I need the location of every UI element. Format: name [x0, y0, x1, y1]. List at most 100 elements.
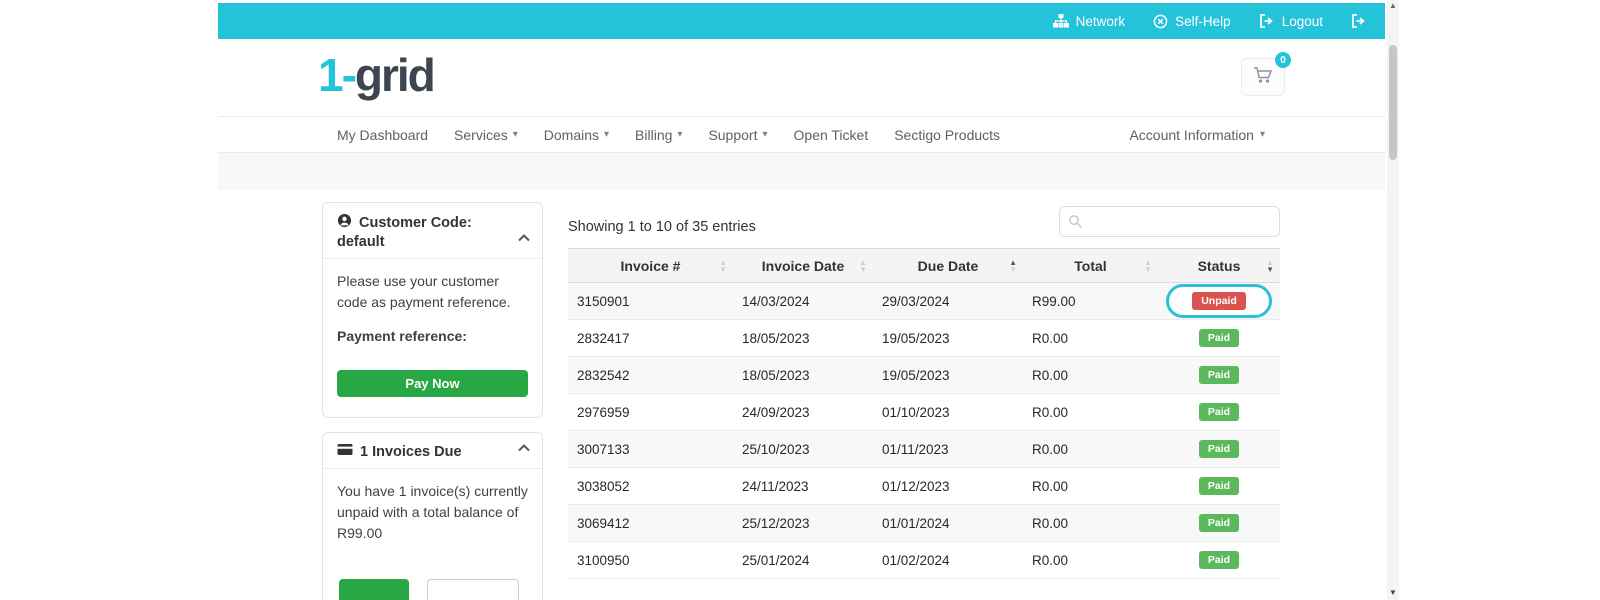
table-row[interactable]: 2832542 18/05/2023 19/05/2023 R0.00 Paid [568, 357, 1280, 394]
cell-invoice-date: 18/05/2023 [742, 330, 810, 346]
nav-open-ticket[interactable]: Open Ticket [781, 127, 882, 143]
cell-invoice-number: 2976959 [577, 404, 630, 420]
cell-due-date: 01/11/2023 [882, 441, 949, 457]
status-badge-unpaid: Unpaid [1192, 292, 1246, 310]
topbar-self-help[interactable]: Self-Help [1153, 14, 1231, 29]
nav-my-dashboard[interactable]: My Dashboard [337, 127, 441, 143]
cell-due-date: 19/05/2023 [882, 367, 950, 383]
table-row[interactable]: 3007133 25/10/2023 01/11/2023 R0.00 Paid [568, 431, 1280, 468]
invoices-due-text: You have 1 invoice(s) currently unpaid w… [337, 483, 528, 541]
status-badge-paid: Paid [1198, 403, 1240, 421]
cell-total: R0.00 [1032, 552, 1069, 568]
topbar-logout[interactable]: Logout [1259, 14, 1323, 29]
customer-code-title: Customer Code: [359, 214, 472, 231]
invoices-due-card-body: You have 1 invoice(s) currently unpaid w… [323, 469, 542, 556]
cell-invoice-number: 3007133 [577, 441, 630, 457]
nav-account-information[interactable]: Account Information ▾ [1129, 117, 1265, 152]
partial-light-button[interactable] [427, 579, 519, 600]
header: 1-grid 0 [218, 39, 1385, 116]
search-icon [1068, 214, 1083, 234]
table-row[interactable]: 3100950 25/01/2024 01/02/2024 R0.00 Paid [568, 542, 1280, 579]
unpaid-highlight-ring: Unpaid [1166, 284, 1272, 318]
table-search [1059, 206, 1280, 237]
table-row[interactable]: 3038052 24/11/2023 01/12/2023 R0.00 Paid [568, 468, 1280, 505]
cell-invoice-date: 25/12/2023 [742, 515, 810, 531]
invoices-due-title: 1 Invoices Due [360, 443, 462, 460]
scrollbar-up-arrow[interactable]: ▲ [1387, 1, 1399, 10]
nav-domains[interactable]: Domains ▾ [531, 127, 622, 143]
caret-down-icon: ▾ [762, 129, 768, 140]
logo-part-1: 1- [318, 49, 357, 101]
vertical-scrollbar[interactable]: ▲ ▼ [1387, 0, 1399, 600]
table-row[interactable]: 3069412 25/12/2023 01/01/2024 R0.00 Paid [568, 505, 1280, 542]
logo[interactable]: 1-grid [318, 49, 436, 102]
header-label: Due Date [917, 257, 979, 274]
nav-label: Sectigo Products [894, 126, 1001, 143]
scrollbar-thumb[interactable] [1389, 45, 1397, 160]
nav-label: My Dashboard [337, 126, 429, 143]
cell-invoice-number: 3150901 [577, 293, 630, 309]
cell-status: Paid [1158, 468, 1280, 504]
scrollbar-down-arrow[interactable]: ▼ [1387, 588, 1399, 597]
header-invoice-number[interactable]: Invoice # ▲ ▼ [568, 249, 733, 282]
customer-code-card-header: Customer Code: default [323, 203, 542, 259]
self-help-icon [1153, 14, 1168, 29]
cell-invoice-date: 14/03/2024 [742, 293, 810, 309]
search-input[interactable] [1090, 213, 1260, 230]
table-row[interactable]: 2832417 18/05/2023 19/05/2023 R0.00 Paid [568, 320, 1280, 357]
header-total[interactable]: Total ▲ ▼ [1023, 249, 1158, 282]
cell-due-date: 01/12/2023 [882, 478, 950, 494]
breadcrumb-band [218, 153, 1385, 190]
table-row[interactable]: 3150901 14/03/2024 29/03/2024 R99.00 Unp… [568, 283, 1280, 320]
header-label: Invoice Date [761, 257, 845, 274]
chevron-up-icon[interactable] [518, 230, 530, 246]
logo-part-2: grid [354, 49, 436, 101]
nav-support[interactable]: Support ▾ [695, 127, 780, 143]
cell-invoice-number: 3038052 [577, 478, 630, 494]
cell-invoice-date: 18/05/2023 [742, 367, 810, 383]
status-badge-paid: Paid [1198, 514, 1240, 532]
network-icon [1052, 14, 1069, 28]
cell-status: Paid [1158, 431, 1280, 467]
header-label: Invoice # [620, 257, 681, 274]
customer-code-card: Customer Code: default Please use your c… [322, 202, 543, 418]
cell-invoice-date: 25/01/2024 [742, 552, 810, 568]
invoices-table: Invoice # ▲ ▼ Invoice Date ▲ ▼ Due Date ▲ ▼… [568, 248, 1280, 579]
header-invoice-date[interactable]: Invoice Date ▲ ▼ [733, 249, 873, 282]
header-due-date[interactable]: Due Date ▲ ▼ [873, 249, 1023, 282]
cell-invoice-date: 24/11/2023 [742, 478, 809, 494]
invoices-due-card: 1 Invoices Due You have 1 invoice(s) cur… [322, 432, 543, 600]
customer-code-note: Please use your customer code as payment… [337, 273, 511, 310]
caret-down-icon: ▾ [677, 129, 683, 140]
nav-services[interactable]: Services ▾ [441, 127, 531, 143]
nav-label: Billing [635, 126, 673, 143]
customer-code-card-body: Please use your customer code as payment… [323, 259, 542, 409]
cell-total: R99.00 [1032, 293, 1076, 309]
pay-now-button[interactable]: Pay Now [337, 370, 528, 397]
status-badge-paid: Paid [1198, 477, 1240, 495]
header-status[interactable]: Status ▲ ▼ [1158, 249, 1280, 282]
cell-due-date: 01/10/2023 [882, 404, 950, 420]
sign-out-icon [1351, 14, 1367, 28]
topbar-network[interactable]: Network [1052, 13, 1126, 29]
header-label: Total [1074, 257, 1107, 274]
sort-icon: ▲ ▼ [1144, 257, 1152, 274]
table-row[interactable]: 2976959 24/09/2023 01/10/2023 R0.00 Paid [568, 394, 1280, 431]
header-label: Status [1197, 257, 1241, 274]
customer-code-value: default [337, 234, 385, 250]
status-badge-paid: Paid [1198, 329, 1240, 347]
invoices-due-actions [339, 579, 519, 600]
nav-billing[interactable]: Billing ▾ [622, 127, 695, 143]
cell-due-date: 01/01/2024 [882, 515, 950, 531]
cart-button[interactable]: 0 [1241, 52, 1291, 96]
cell-total: R0.00 [1032, 330, 1069, 346]
topbar-signout-button[interactable] [1351, 14, 1367, 28]
sort-icon: ▲ ▼ [719, 257, 727, 274]
chevron-up-icon[interactable] [518, 440, 530, 456]
partial-green-button[interactable] [339, 579, 409, 600]
credit-card-icon [337, 443, 353, 460]
invoices-due-card-header: 1 Invoices Due [323, 433, 542, 469]
topbar-network-label: Network [1075, 13, 1126, 29]
cell-status: Unpaid [1158, 283, 1280, 319]
nav-sectigo-products[interactable]: Sectigo Products [881, 127, 1013, 143]
